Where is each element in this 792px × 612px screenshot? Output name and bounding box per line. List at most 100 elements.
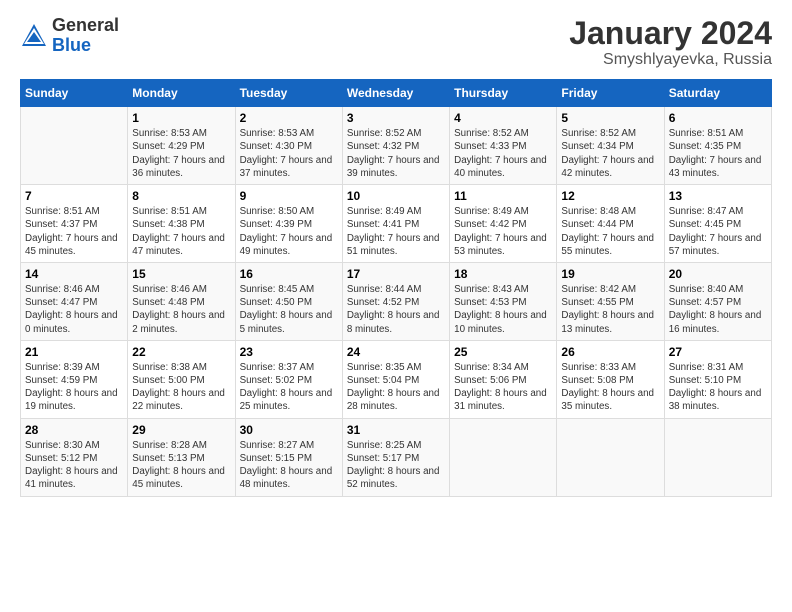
day-cell: 21 Sunrise: 8:39 AMSunset: 4:59 PMDayligh… [21, 340, 128, 418]
day-cell: 18 Sunrise: 8:43 AMSunset: 4:53 PMDayligh… [450, 262, 557, 340]
day-cell: 13 Sunrise: 8:47 AMSunset: 4:45 PMDayligh… [664, 185, 771, 263]
day-info: Sunrise: 8:25 AMSunset: 5:17 PMDaylight:… [347, 439, 445, 492]
day-cell [557, 418, 664, 496]
day-number: 17 [347, 267, 445, 281]
day-number: 10 [347, 189, 445, 203]
day-cell: 23 Sunrise: 8:37 AMSunset: 5:02 PMDayligh… [235, 340, 342, 418]
day-cell: 29Sunrise: 8:28 AMSunset: 5:13 PMDayligh… [128, 418, 235, 496]
day-number: 23 [240, 345, 338, 359]
day-cell: 28 Sunrise: 8:30 AMSunset: 5:12 PMDayligh… [21, 418, 128, 496]
day-info: Sunrise: 8:33 AMSunset: 5:08 PMDaylight:… [561, 361, 659, 414]
day-info: Sunrise: 8:46 AMSunset: 4:47 PMDaylight:… [25, 283, 123, 336]
day-info: Sunrise: 8:35 AMSunset: 5:04 PMDaylight:… [347, 361, 445, 414]
day-number: 7 [25, 189, 123, 203]
day-number: 12 [561, 189, 659, 203]
day-info: Sunrise: 8:28 AMSunset: 5:13 PMDaylight:… [132, 439, 230, 492]
day-info: Sunrise: 8:51 AMSunset: 4:38 PMDaylight:… [132, 205, 230, 258]
day-cell: 6 Sunrise: 8:51 AMSunset: 4:35 PMDaylight… [664, 107, 771, 185]
day-cell: 31 Sunrise: 8:25 AMSunset: 5:17 PMDayligh… [342, 418, 449, 496]
day-info: Sunrise: 8:52 AMSunset: 4:33 PMDaylight:… [454, 127, 552, 180]
day-number: 19 [561, 267, 659, 281]
day-number: 5 [561, 111, 659, 125]
day-number: 2 [240, 111, 338, 125]
day-info: Sunrise: 8:42 AMSunset: 4:55 PMDaylight:… [561, 283, 659, 336]
day-number: 15 [132, 267, 230, 281]
day-info: Sunrise: 8:43 AMSunset: 4:53 PMDaylight:… [454, 283, 552, 336]
day-number: 8 [132, 189, 230, 203]
header: General Blue January 2024 Smyshlyayevka,… [20, 16, 772, 69]
day-info: Sunrise: 8:34 AMSunset: 5:06 PMDaylight:… [454, 361, 552, 414]
day-number: 26 [561, 345, 659, 359]
day-number: 16 [240, 267, 338, 281]
day-info: Sunrise: 8:44 AMSunset: 4:52 PMDaylight:… [347, 283, 445, 336]
day-number: 31 [347, 423, 445, 437]
day-info: Sunrise: 8:46 AMSunset: 4:48 PMDaylight:… [132, 283, 230, 336]
day-cell: 16 Sunrise: 8:45 AMSunset: 4:50 PMDayligh… [235, 262, 342, 340]
day-info: Sunrise: 8:37 AMSunset: 5:02 PMDaylight:… [240, 361, 338, 414]
day-cell: 26 Sunrise: 8:33 AMSunset: 5:08 PMDayligh… [557, 340, 664, 418]
day-cell: 5 Sunrise: 8:52 AMSunset: 4:34 PMDaylight… [557, 107, 664, 185]
day-cell: 4 Sunrise: 8:52 AMSunset: 4:33 PMDaylight… [450, 107, 557, 185]
day-cell [664, 418, 771, 496]
day-info: Sunrise: 8:30 AMSunset: 5:12 PMDaylight:… [25, 439, 123, 492]
day-cell: 11Sunrise: 8:49 AMSunset: 4:42 PMDayligh… [450, 185, 557, 263]
day-cell: 30 Sunrise: 8:27 AMSunset: 5:15 PMDayligh… [235, 418, 342, 496]
day-number: 24 [347, 345, 445, 359]
day-info: Sunrise: 8:50 AMSunset: 4:39 PMDaylight:… [240, 205, 338, 258]
day-number: 22 [132, 345, 230, 359]
col-monday: Monday [128, 80, 235, 107]
col-wednesday: Wednesday [342, 80, 449, 107]
logo-general: General [52, 16, 119, 36]
logo: General Blue [20, 16, 119, 56]
day-info: Sunrise: 8:31 AMSunset: 5:10 PMDaylight:… [669, 361, 767, 414]
day-number: 3 [347, 111, 445, 125]
table-header: Sunday Monday Tuesday Wednesday Thursday… [21, 80, 772, 107]
day-info: Sunrise: 8:51 AMSunset: 4:35 PMDaylight:… [669, 127, 767, 180]
week-row-2: 14 Sunrise: 8:46 AMSunset: 4:47 PMDayligh… [21, 262, 772, 340]
header-row: Sunday Monday Tuesday Wednesday Thursday… [21, 80, 772, 107]
day-number: 11 [454, 189, 552, 203]
day-number: 14 [25, 267, 123, 281]
day-number: 28 [25, 423, 123, 437]
day-cell: 9 Sunrise: 8:50 AMSunset: 4:39 PMDaylight… [235, 185, 342, 263]
main-title: January 2024 [569, 16, 772, 51]
col-saturday: Saturday [664, 80, 771, 107]
logo-icon [20, 22, 48, 50]
day-cell: 10Sunrise: 8:49 AMSunset: 4:41 PMDayligh… [342, 185, 449, 263]
day-info: Sunrise: 8:52 AMSunset: 4:32 PMDaylight:… [347, 127, 445, 180]
day-cell: 12 Sunrise: 8:48 AMSunset: 4:44 PMDayligh… [557, 185, 664, 263]
day-cell: 1Sunrise: 8:53 AMSunset: 4:29 PMDaylight… [128, 107, 235, 185]
week-row-4: 28 Sunrise: 8:30 AMSunset: 5:12 PMDayligh… [21, 418, 772, 496]
day-cell [21, 107, 128, 185]
day-number: 27 [669, 345, 767, 359]
day-info: Sunrise: 8:38 AMSunset: 5:00 PMDaylight:… [132, 361, 230, 414]
week-row-3: 21 Sunrise: 8:39 AMSunset: 4:59 PMDayligh… [21, 340, 772, 418]
day-cell: 15 Sunrise: 8:46 AMSunset: 4:48 PMDayligh… [128, 262, 235, 340]
page: General Blue January 2024 Smyshlyayevka,… [0, 0, 792, 612]
day-number: 30 [240, 423, 338, 437]
day-number: 25 [454, 345, 552, 359]
day-cell: 3 Sunrise: 8:52 AMSunset: 4:32 PMDaylight… [342, 107, 449, 185]
day-number: 21 [25, 345, 123, 359]
day-info: Sunrise: 8:48 AMSunset: 4:44 PMDaylight:… [561, 205, 659, 258]
day-number: 9 [240, 189, 338, 203]
day-number: 1 [132, 111, 230, 125]
day-cell: 20Sunrise: 8:40 AMSunset: 4:57 PMDayligh… [664, 262, 771, 340]
day-info: Sunrise: 8:52 AMSunset: 4:34 PMDaylight:… [561, 127, 659, 180]
day-info: Sunrise: 8:45 AMSunset: 4:50 PMDaylight:… [240, 283, 338, 336]
day-number: 4 [454, 111, 552, 125]
day-number: 18 [454, 267, 552, 281]
col-sunday: Sunday [21, 80, 128, 107]
calendar-table: Sunday Monday Tuesday Wednesday Thursday… [20, 79, 772, 496]
day-number: 6 [669, 111, 767, 125]
day-info: Sunrise: 8:27 AMSunset: 5:15 PMDaylight:… [240, 439, 338, 492]
day-info: Sunrise: 8:47 AMSunset: 4:45 PMDaylight:… [669, 205, 767, 258]
week-row-0: 1Sunrise: 8:53 AMSunset: 4:29 PMDaylight… [21, 107, 772, 185]
day-cell: 22 Sunrise: 8:38 AMSunset: 5:00 PMDayligh… [128, 340, 235, 418]
day-cell: 14 Sunrise: 8:46 AMSunset: 4:47 PMDayligh… [21, 262, 128, 340]
day-info: Sunrise: 8:39 AMSunset: 4:59 PMDaylight:… [25, 361, 123, 414]
col-friday: Friday [557, 80, 664, 107]
day-cell: 8 Sunrise: 8:51 AMSunset: 4:38 PMDaylight… [128, 185, 235, 263]
day-number: 13 [669, 189, 767, 203]
title-block: January 2024 Smyshlyayevka, Russia [569, 16, 772, 69]
